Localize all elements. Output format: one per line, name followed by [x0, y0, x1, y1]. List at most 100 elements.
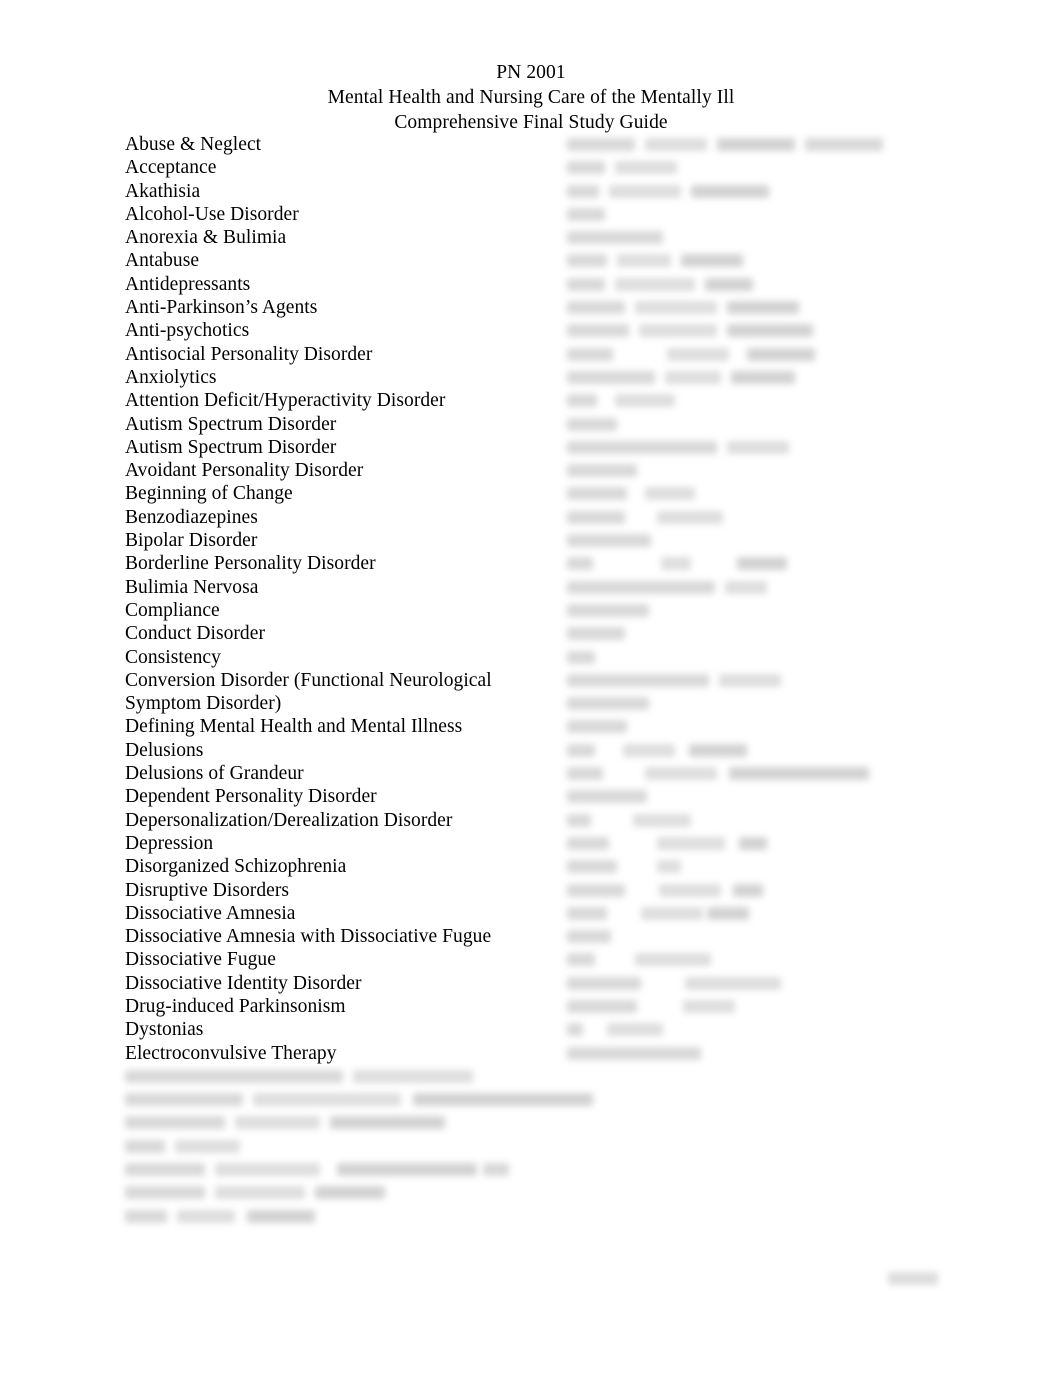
obscured-word — [125, 1186, 205, 1200]
obscured-word — [691, 184, 769, 198]
obscured-entry — [567, 319, 897, 342]
obscured-word — [615, 161, 677, 175]
obscured-word — [567, 510, 625, 524]
obscured-word — [615, 394, 675, 408]
index-entry: Consistency — [125, 646, 221, 668]
obscured-word — [725, 580, 767, 594]
obscured-word — [567, 557, 593, 571]
obscured-word — [567, 347, 613, 361]
obscured-word — [567, 1046, 701, 1060]
obscured-word — [667, 347, 729, 361]
index-entry: Dependent Personality Disorder — [125, 786, 377, 808]
index-entry: Dissociative Amnesia — [125, 902, 296, 924]
obscured-entry — [125, 1135, 545, 1158]
obscured-entry — [567, 343, 897, 366]
obscured-word — [567, 207, 605, 221]
obscured-word — [657, 510, 723, 524]
index-entry: Abuse & Neglect — [125, 134, 262, 155]
obscured-entry — [567, 646, 897, 669]
index-entry: Delusions — [125, 739, 204, 761]
obscured-word — [567, 767, 603, 781]
obscured-word — [215, 1163, 320, 1177]
obscured-entry — [567, 622, 897, 645]
obscured-word — [707, 906, 749, 920]
obscured-word — [659, 883, 721, 897]
index-entry: Borderline Personality Disorder — [125, 553, 376, 575]
obscured-word — [567, 627, 625, 641]
obscured-entry — [567, 506, 897, 529]
obscured-entry — [567, 273, 897, 296]
index-entry: Beginning of Change — [125, 483, 293, 505]
obscured-word — [567, 277, 605, 291]
obscured-entry — [567, 459, 897, 482]
index-entry: Drug-induced Parkinsonism — [125, 995, 346, 1017]
obscured-word — [689, 743, 747, 757]
obscured-word — [607, 1023, 663, 1037]
obscured-entry — [567, 552, 897, 575]
obscured-word — [125, 1163, 205, 1177]
obscured-entry — [125, 1181, 545, 1204]
obscured-entry — [567, 832, 897, 855]
obscured-word — [253, 1093, 401, 1107]
obscured-word — [729, 767, 869, 781]
obscured-word — [727, 301, 799, 315]
index-entry: Conduct Disorder — [125, 623, 265, 645]
obscured-word — [567, 650, 595, 664]
obscured-word — [661, 557, 691, 571]
obscured-word — [747, 347, 815, 361]
obscured-word — [567, 580, 715, 594]
obscured-word — [567, 836, 609, 850]
obscured-word — [177, 1209, 235, 1223]
index-entry: Antidepressants — [125, 273, 251, 295]
obscured-word — [567, 953, 595, 967]
obscured-word — [567, 860, 617, 874]
obscured-word — [567, 440, 717, 454]
index-entry: Bipolar Disorder — [125, 530, 258, 552]
index-entry: Dissociative Identity Disorder — [125, 972, 362, 994]
index-entry: Autism Spectrum Disorder — [125, 436, 337, 458]
obscured-entry — [567, 413, 897, 436]
index-entry: Depersonalization/Derealization Disorder — [125, 809, 453, 831]
footer-page-mark — [888, 1272, 938, 1285]
obscured-word — [567, 487, 627, 501]
document-page: PN 2001 Mental Health and Nursing Care o… — [0, 0, 1062, 1377]
index-columns: Abuse & Neglect Acceptance Akathisia Alcoho… — [0, 133, 1062, 1253]
obscured-entry — [567, 785, 897, 808]
obscured-word — [641, 906, 703, 920]
index-entry: Bulimia Nervosa — [125, 576, 259, 598]
obscured-word — [567, 673, 709, 687]
obscured-entry — [567, 576, 897, 599]
obscured-word — [567, 417, 617, 431]
obscured-word — [413, 1093, 593, 1107]
obscured-word — [483, 1163, 509, 1177]
obscured-word — [727, 440, 789, 454]
obscured-entry — [567, 482, 897, 505]
left-index-column: Abuse & Neglect Acceptance Akathisia Alcoho… — [125, 133, 593, 1228]
obscured-word — [717, 138, 795, 151]
obscured-word — [567, 976, 641, 990]
obscured-entry — [567, 879, 897, 902]
obscured-entry — [125, 1205, 545, 1228]
obscured-word — [567, 254, 607, 268]
obscured-word — [665, 370, 721, 384]
obscured-word — [215, 1186, 305, 1200]
index-entry: Anti-Parkinson’s Agents — [125, 297, 318, 319]
index-entry: Anti-psychotics — [125, 320, 250, 342]
obscured-word — [645, 138, 707, 151]
obscured-word — [731, 370, 795, 384]
obscured-entry — [567, 156, 897, 179]
obscured-entry — [567, 1018, 897, 1041]
index-entry: Disruptive Disorders — [125, 879, 290, 901]
index-entry: Attention Deficit/Hyperactivity Disorder — [125, 390, 446, 412]
obscured-word — [645, 487, 695, 501]
index-entry: Dystonias — [125, 1019, 204, 1041]
obscured-entry — [567, 599, 897, 622]
obscured-word — [739, 836, 767, 850]
obscured-word — [125, 1209, 167, 1223]
obscured-word — [719, 673, 781, 687]
obscured-word — [125, 1116, 225, 1130]
obscured-entry — [567, 972, 897, 995]
obscured-word — [635, 953, 711, 967]
obscured-word — [567, 930, 611, 944]
obscured-entry — [567, 529, 897, 552]
